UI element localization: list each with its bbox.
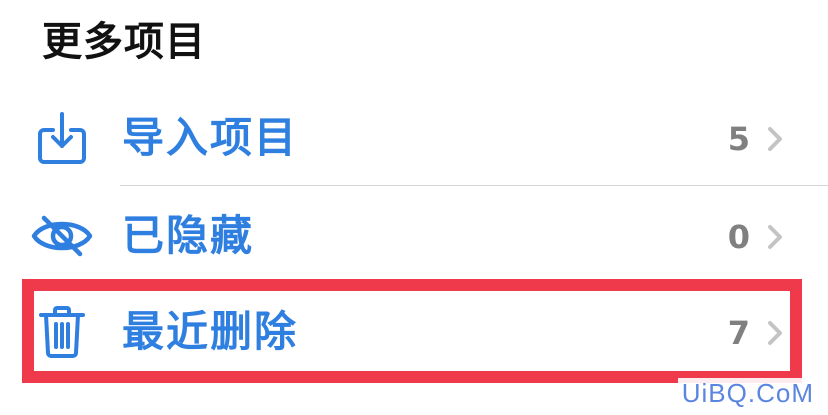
section-title: 更多项目 <box>42 19 206 65</box>
chevron-right-icon <box>764 224 786 250</box>
highlight-box <box>22 279 802 383</box>
row-hidden-label: 已隐藏 <box>122 211 255 260</box>
row-hidden[interactable]: 已隐藏 0 <box>0 188 828 284</box>
eye-slash-icon <box>30 206 94 266</box>
row-hidden-count: 0 <box>727 218 750 256</box>
row-imports[interactable]: 导入项目 5 <box>0 90 828 186</box>
more-items-panel: 更多项目 导入项目 5 已隐藏 0 最近删除 7 UiBQ.CoM <box>0 0 828 415</box>
watermark: UiBQ.CoM <box>677 378 818 409</box>
chevron-right-icon <box>764 126 786 152</box>
row-imports-count: 5 <box>727 120 750 158</box>
divider <box>120 185 828 186</box>
import-tray-icon <box>30 108 94 168</box>
row-imports-label: 导入项目 <box>122 113 299 162</box>
